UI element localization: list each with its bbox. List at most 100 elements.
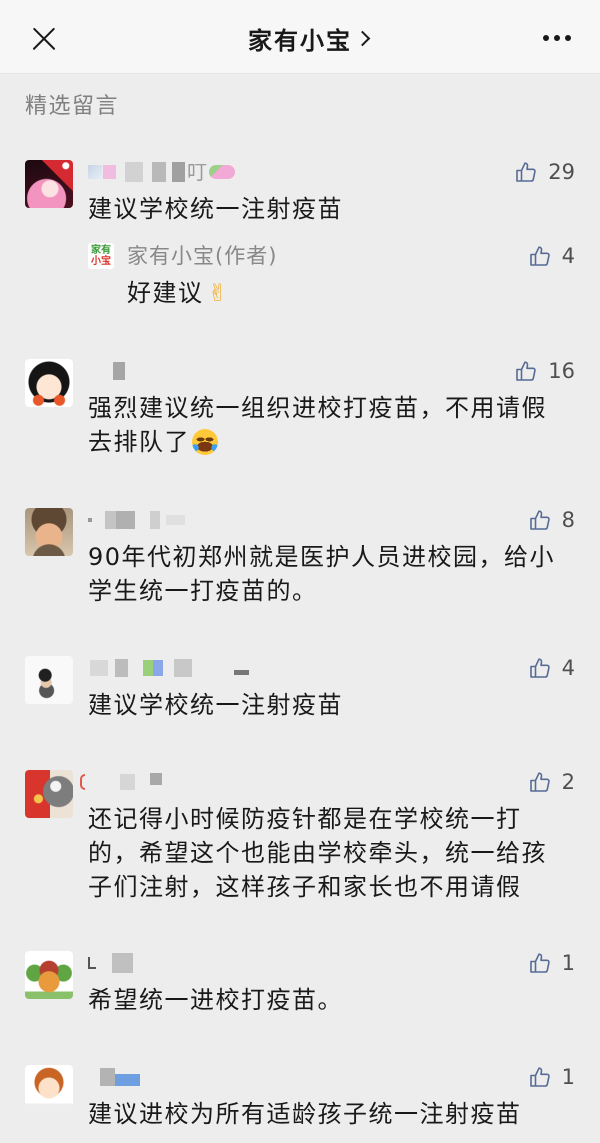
thumbs-up-icon-outline bbox=[529, 658, 550, 678]
thumbs-up-icon-outline bbox=[529, 953, 550, 973]
like-count: 4 bbox=[561, 244, 575, 268]
name-mosaic-block bbox=[150, 511, 160, 529]
chevron-right-icon bbox=[354, 30, 371, 46]
avatar bbox=[25, 656, 73, 704]
more-dots-icon[interactable] bbox=[554, 35, 560, 41]
avatar bbox=[25, 359, 73, 407]
avatar bbox=[25, 160, 73, 208]
thumbs-up-icon bbox=[516, 162, 537, 182]
avatar bbox=[25, 508, 73, 556]
like-count: 8 bbox=[561, 508, 575, 532]
thumbs-up-icon-outline bbox=[529, 772, 550, 792]
like-count: 16 bbox=[548, 359, 575, 383]
account-title: 家有小宝 bbox=[248, 26, 352, 55]
thumbs-up-icon-outline bbox=[516, 162, 537, 182]
author-reply: 家有 小宝 家有小宝(作者) 4 好建议 ✌ bbox=[88, 243, 575, 323]
logo-text-top: 家有 bbox=[91, 245, 111, 256]
comment-line: 还记得小时候防疫针都是在学校统一打 bbox=[88, 805, 522, 833]
comment-line: 的，希望这个也能由学校牵头，统一给孩 bbox=[88, 839, 547, 867]
commenter-name bbox=[88, 949, 133, 977]
commenter-name bbox=[80, 768, 162, 796]
name-mosaic-block bbox=[172, 162, 185, 182]
like-count: 2 bbox=[561, 770, 575, 794]
comment-text: 强烈建议统一组织进校打疫苗，不用请假 去排队了 bbox=[88, 391, 578, 459]
comment-text: 建议学校统一注射疫苗 bbox=[88, 192, 578, 226]
logo-text-bottom: 小宝 bbox=[91, 256, 111, 267]
name-mosaic-block bbox=[103, 165, 116, 179]
comment-item: 8 90年代初郑州就是医护人员进校园，给小 学生统一打疫苗的。 bbox=[0, 506, 600, 616]
name-mosaic-block bbox=[88, 518, 92, 522]
comment-line: 建议学校统一注射疫苗 bbox=[88, 691, 343, 719]
comment-text: 希望统一进校打疫苗。 bbox=[88, 983, 578, 1017]
comment-line-text: 去排队了 bbox=[88, 428, 190, 456]
name-mosaic-block bbox=[125, 162, 143, 182]
name-mosaic-block bbox=[113, 362, 125, 380]
avatar bbox=[25, 770, 73, 818]
thumbs-up-icon bbox=[516, 361, 537, 381]
thumbs-up-icon bbox=[529, 772, 550, 792]
comment-line: 强烈建议统一组织进校打疫苗，不用请假 bbox=[88, 394, 547, 422]
comment-text: 建议学校统一注射疫苗 bbox=[88, 688, 578, 722]
commenter-name bbox=[88, 654, 249, 682]
name-mosaic-block bbox=[150, 773, 162, 785]
account-title-link[interactable]: 家有小宝 bbox=[248, 0, 371, 76]
name-mosaic-block bbox=[152, 162, 166, 182]
like-button[interactable]: 2 bbox=[528, 768, 575, 796]
like-button[interactable]: 8 bbox=[528, 506, 575, 534]
comment-item: 16 强烈建议统一组织进校打疫苗，不用请假 去排队了 bbox=[0, 357, 600, 467]
name-mosaic-block bbox=[115, 1074, 140, 1086]
comment-line: 去排队了 bbox=[88, 425, 578, 459]
commenter-name bbox=[88, 1063, 140, 1091]
author-name: 家有小宝(作者) bbox=[127, 244, 278, 268]
comment-item: 1 建议进校为所有适龄孩子统一注射疫苗 bbox=[0, 1063, 600, 1138]
comment-line: 子们注射，这样孩子和家长也不用请假 bbox=[88, 873, 522, 901]
like-count: 4 bbox=[561, 656, 575, 680]
thumbs-up-icon-outline bbox=[529, 510, 550, 530]
name-mosaic-block bbox=[100, 1068, 115, 1086]
like-button[interactable]: 16 bbox=[514, 357, 575, 385]
like-button[interactable]: 4 bbox=[528, 654, 575, 682]
like-button[interactable]: 1 bbox=[528, 1063, 575, 1091]
reply-text-content: 好建议 bbox=[127, 279, 204, 307]
name-mosaic-block bbox=[209, 165, 235, 179]
avatar bbox=[25, 951, 73, 999]
reply-like-button[interactable]: 4 bbox=[528, 243, 575, 269]
thumbs-up-icon bbox=[529, 246, 550, 266]
name-mosaic-block bbox=[153, 660, 163, 676]
reply-text: 好建议 ✌ bbox=[127, 276, 229, 310]
comment-item: 2 还记得小时候防疫针都是在学校统一打 的，希望这个也能由学校牵头，统一给孩 子… bbox=[0, 768, 600, 908]
face-with-tears-of-joy-emoji bbox=[192, 429, 218, 455]
name-mosaic-block bbox=[88, 957, 96, 969]
comment-line: 90年代初郑州就是医护人员进校园，给小 bbox=[88, 543, 556, 571]
name-mosaic-block bbox=[143, 660, 153, 676]
name-mosaic-block bbox=[234, 669, 249, 675]
thumbs-up-icon-outline bbox=[529, 246, 550, 266]
name-mosaic-block bbox=[115, 659, 128, 677]
like-button[interactable]: 29 bbox=[514, 158, 575, 186]
thumbs-up-icon-outline bbox=[529, 1067, 550, 1087]
comment-text: 建议进校为所有适龄孩子统一注射疫苗 bbox=[88, 1097, 578, 1131]
comment-item: 4 建议学校统一注射疫苗 bbox=[0, 654, 600, 734]
thumbs-up-icon bbox=[529, 510, 550, 530]
name-mosaic-block bbox=[112, 953, 133, 973]
victory-hand-emoji: ✌ bbox=[207, 279, 230, 307]
like-button[interactable]: 1 bbox=[528, 949, 575, 977]
name-mosaic-block bbox=[88, 165, 102, 179]
comment-line: 希望统一进校打疫苗。 bbox=[88, 986, 343, 1014]
thumbs-up-icon bbox=[529, 658, 550, 678]
section-title: 精选留言 bbox=[25, 94, 120, 119]
comment-text: 90年代初郑州就是医护人员进校园，给小 学生统一打疫苗的。 bbox=[88, 540, 578, 608]
name-mosaic-block bbox=[105, 511, 116, 529]
name-mosaic-block bbox=[116, 511, 135, 529]
top-nav-bar: 家有小宝 bbox=[0, 0, 600, 74]
comment-text: 还记得小时候防疫针都是在学校统一打 的，希望这个也能由学校牵头，统一给孩 子们注… bbox=[88, 802, 578, 904]
comment-line: 建议学校统一注射疫苗 bbox=[88, 195, 343, 223]
comment-line: 建议进校为所有适龄孩子统一注射疫苗 bbox=[88, 1100, 522, 1128]
like-count: 1 bbox=[561, 1065, 575, 1089]
comments-page: { "nav": { "close_icon": "close-icon", "… bbox=[0, 0, 600, 1143]
comment-item: 1 希望统一进校打疫苗。 bbox=[0, 949, 600, 1029]
name-mosaic-block bbox=[120, 774, 135, 790]
like-count: 29 bbox=[548, 160, 575, 184]
thumbs-up-icon bbox=[529, 1067, 550, 1087]
close-icon[interactable] bbox=[30, 25, 57, 52]
